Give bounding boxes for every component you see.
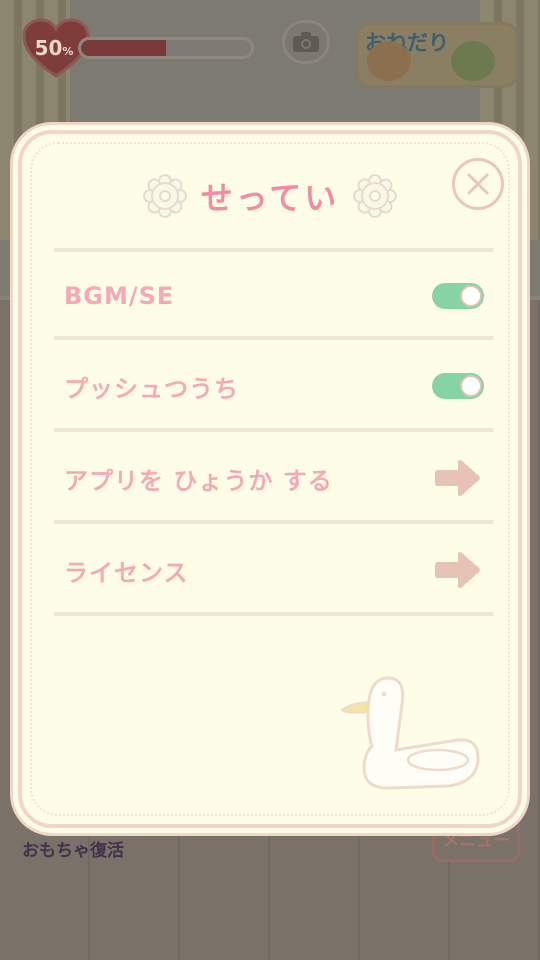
camera-icon <box>293 32 319 52</box>
toggle-knob <box>460 375 482 397</box>
close-icon <box>467 173 489 195</box>
setting-row-license[interactable]: ライセンス <box>54 526 494 614</box>
divider <box>54 520 494 524</box>
divider <box>54 336 494 340</box>
dialog-title: せってい <box>200 179 340 217</box>
hamster-face-illustration <box>367 41 411 81</box>
menu-button-label: メニュー <box>442 830 510 851</box>
settings-dialog: せってい BGM/SE プッシュつうち アプリを ひょうか する ライセンス <box>18 130 522 828</box>
setting-row-bgm-se: BGM/SE <box>54 252 494 340</box>
setting-row-rate-app[interactable]: アプリを ひょうか する <box>54 434 494 522</box>
love-meter-value: 50% <box>34 36 74 60</box>
bgm-se-toggle[interactable] <box>432 283 484 309</box>
toggle-knob <box>460 285 482 307</box>
setting-label-license: ライセンス <box>64 558 189 587</box>
duck-float-illustration <box>340 676 480 790</box>
setting-row-push-notification: プッシュつうち <box>54 342 494 430</box>
setting-label-bgm-se: BGM/SE <box>64 282 175 310</box>
frog-face-illustration <box>451 41 495 81</box>
close-button[interactable] <box>452 158 504 210</box>
love-meter-bar <box>78 37 254 59</box>
dialog-title-row: せってい <box>22 174 518 218</box>
toy-revive-button[interactable]: おもちゃ復活 <box>22 836 124 861</box>
divider <box>54 612 494 616</box>
love-meter-fill <box>81 40 166 56</box>
camera-button[interactable] <box>282 20 330 64</box>
onedari-button[interactable]: おねだり <box>356 22 518 88</box>
gear-icon <box>142 174 187 218</box>
arrow-right-icon[interactable] <box>434 550 482 590</box>
setting-label-push-notification: プッシュつうち <box>64 374 239 403</box>
push-notification-toggle[interactable] <box>432 373 484 399</box>
arrow-right-icon[interactable] <box>434 458 482 498</box>
gear-icon <box>353 174 398 218</box>
setting-label-rate-app: アプリを ひょうか する <box>64 466 333 495</box>
divider <box>54 428 494 432</box>
